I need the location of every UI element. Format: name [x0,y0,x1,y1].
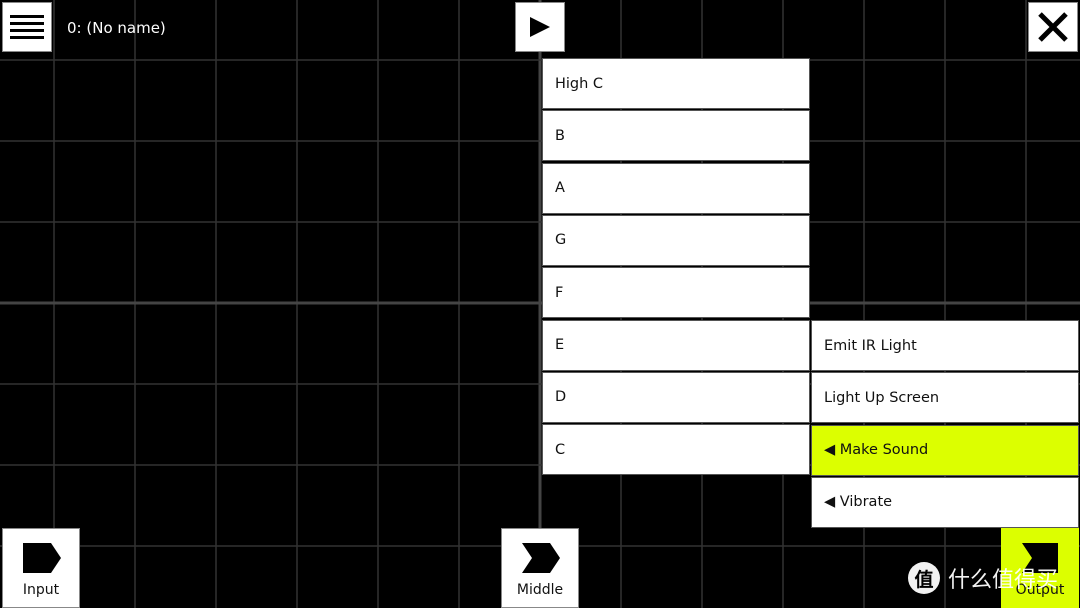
chevron-right-icon [23,543,61,573]
menu-button[interactable] [2,2,52,52]
input-label: Input [22,582,60,598]
watermark: 值 什么值得买 [908,562,1058,594]
output-item[interactable]: ◀ Make Sound [811,424,1079,476]
close-icon [1038,12,1068,42]
note-item[interactable]: C [542,424,810,476]
output-item[interactable]: Light Up Screen [811,372,1079,424]
note-item[interactable]: G [542,214,810,266]
output-item[interactable]: Emit IR Light [811,320,1079,371]
note-item[interactable]: D [542,371,810,423]
program-title: 0: (No name) [67,19,166,37]
close-button[interactable] [1028,2,1078,52]
note-item[interactable]: High C [542,58,810,109]
input-node[interactable]: Input [2,528,80,608]
note-item[interactable]: F [542,267,810,319]
output-item[interactable]: ◀ Vibrate [811,476,1079,528]
middle-label: Middle [516,582,564,598]
watermark-badge: 值 [908,562,940,594]
hamburger-icon [10,15,44,39]
play-icon [530,17,550,37]
play-button[interactable] [515,2,565,52]
middle-node[interactable]: Middle [501,528,579,608]
watermark-text: 什么值得买 [948,568,1059,593]
note-item[interactable]: E [542,319,810,371]
note-item[interactable]: B [542,110,810,162]
note-item[interactable]: A [542,162,810,214]
chevron-right-icon [522,543,560,573]
